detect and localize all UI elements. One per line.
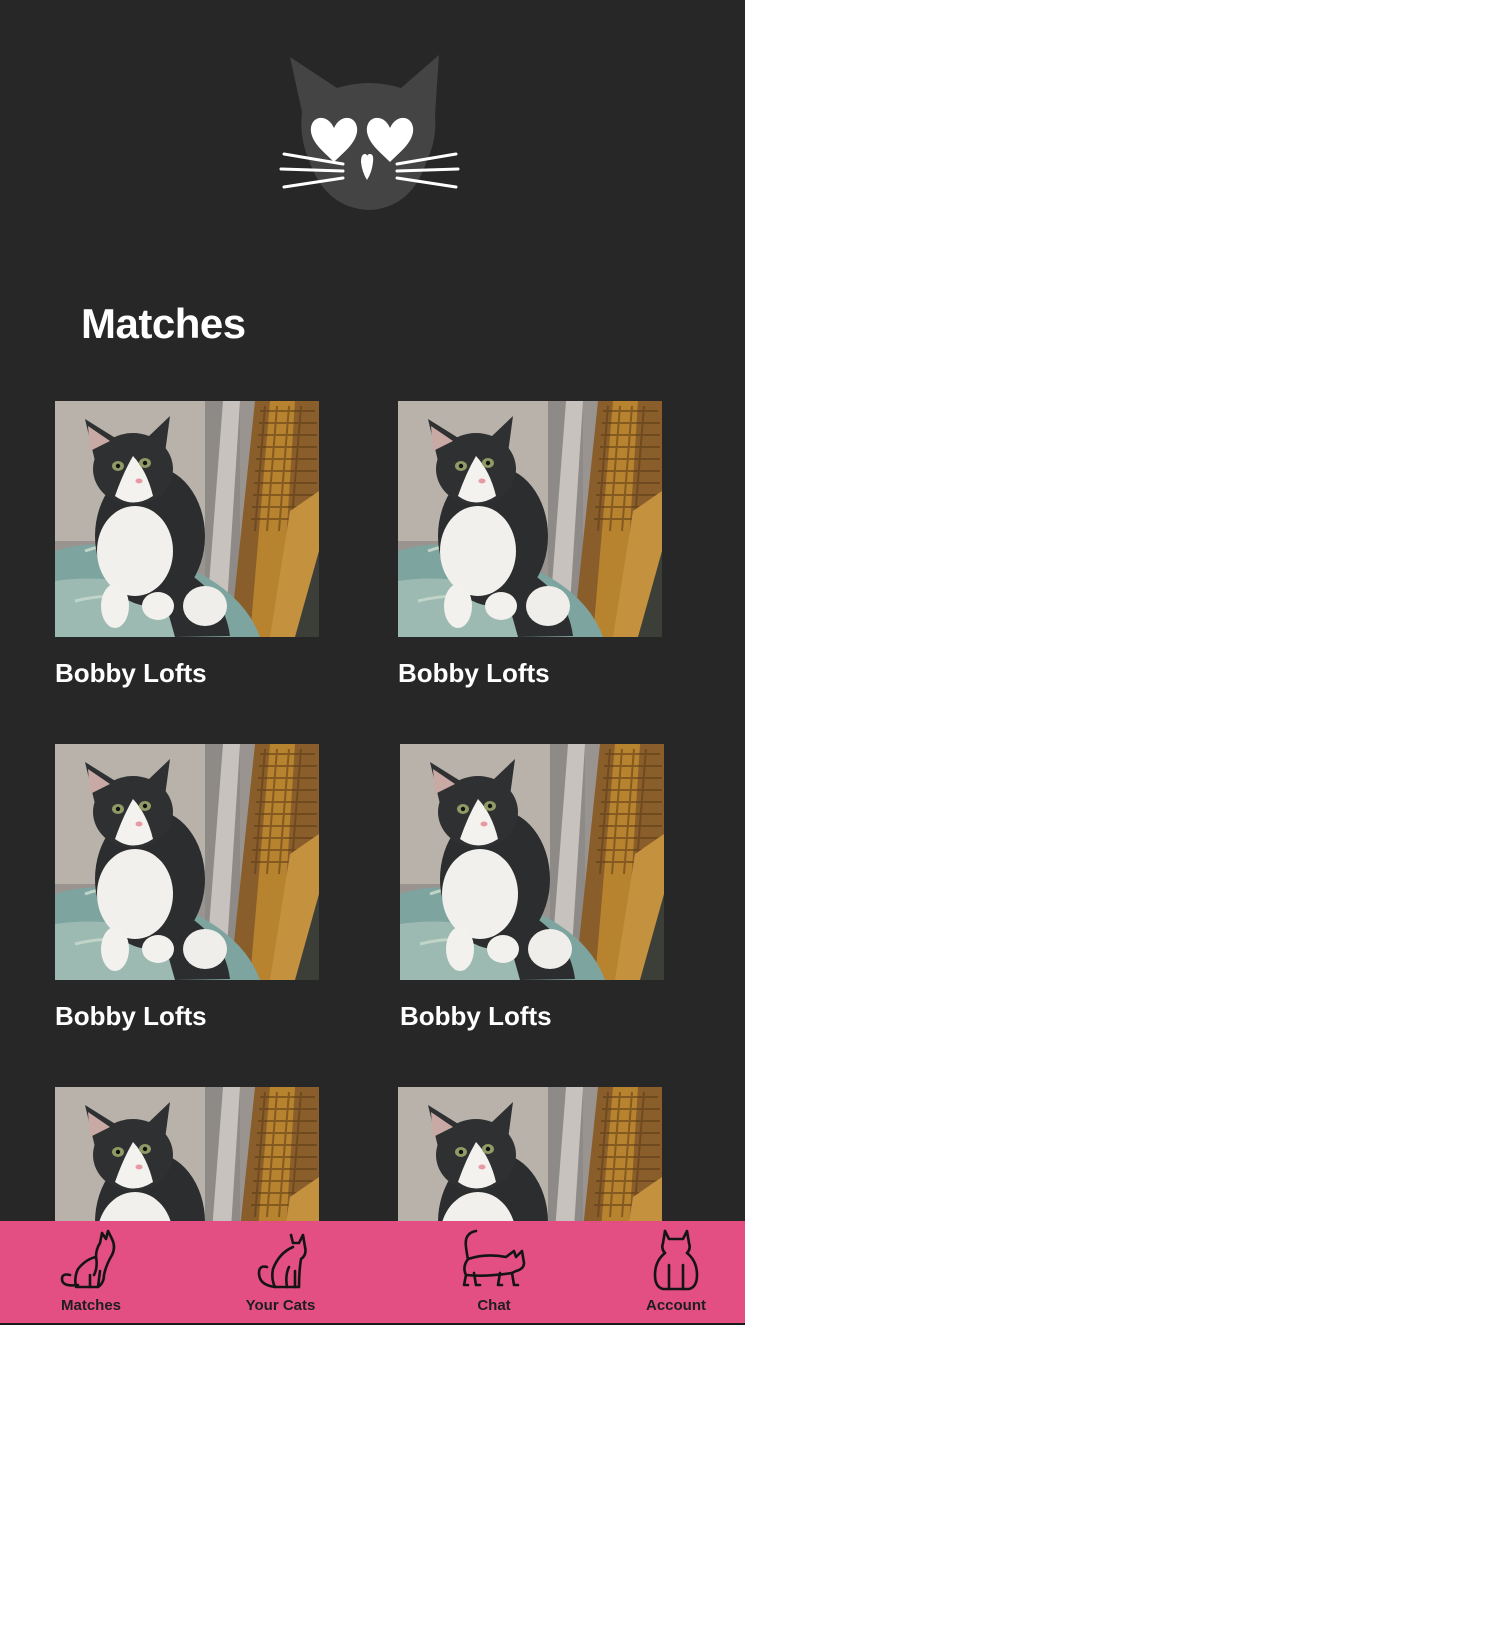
nav-item-chat[interactable]: Chat <box>455 1221 533 1321</box>
match-card[interactable]: Bobby Lofts <box>400 744 664 1032</box>
match-photo[interactable] <box>55 401 319 637</box>
nav-label: Your Cats <box>245 1297 316 1314</box>
cat-heart-eyes-logo <box>279 55 460 210</box>
match-photo[interactable] <box>398 401 662 637</box>
match-name[interactable]: Bobby Lofts <box>55 658 319 689</box>
nav-label: Chat <box>477 1297 511 1314</box>
nav-item-your-cats[interactable]: Your Cats <box>243 1221 318 1321</box>
nav-item-matches[interactable]: Matches <box>50 1221 132 1321</box>
cat-walking-icon <box>462 1229 526 1287</box>
match-name[interactable]: Bobby Lofts <box>400 1001 664 1032</box>
cat-sitting-icon <box>60 1229 116 1289</box>
match-photo[interactable] <box>55 744 319 980</box>
match-name[interactable]: Bobby Lofts <box>398 658 662 689</box>
page-title: Matches <box>81 300 246 347</box>
nav-label: Matches <box>60 1297 122 1314</box>
nav-label: Account <box>646 1297 706 1314</box>
match-photo[interactable] <box>400 744 664 980</box>
cat-icon <box>257 1233 307 1289</box>
match-name[interactable]: Bobby Lofts <box>55 1001 319 1032</box>
match-card[interactable]: Bobby Lofts <box>55 401 319 689</box>
match-card[interactable]: Bobby Lofts <box>55 744 319 1032</box>
app-screen: Matches Bobby Lofts Bobby Lofts Bobby Lo… <box>0 0 745 1325</box>
nav-item-account[interactable]: Account <box>636 1221 716 1321</box>
cat-front-icon <box>653 1229 699 1291</box>
match-card[interactable]: Bobby Lofts <box>398 401 662 689</box>
bottom-nav: Matches Your Cats Chat Account <box>0 1221 745 1325</box>
